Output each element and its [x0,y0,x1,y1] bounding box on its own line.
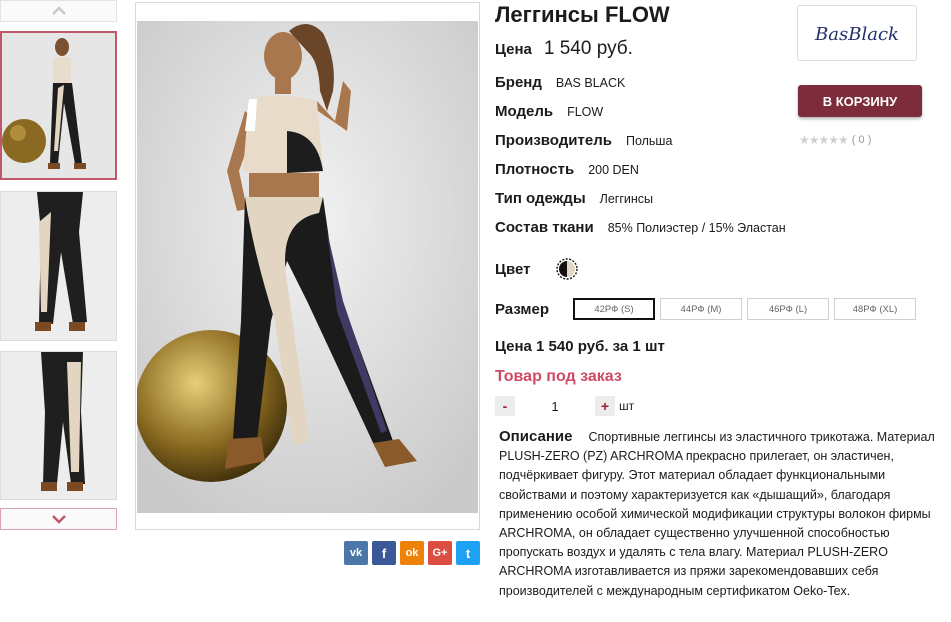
price-label: Цена [495,41,532,58]
spec-brand: Бренд BAS BLACK [495,74,625,91]
thumbnail-1[interactable] [0,31,117,180]
spec-model: Модель FLOW [495,103,603,120]
rating-stars-icon[interactable]: ★★★★★ [799,133,849,147]
spec-label: Тип одежды [495,190,586,207]
spec-label: Плотность [495,161,575,178]
facebook-share-icon[interactable]: f [372,541,396,565]
rating[interactable]: ★★★★★ ( 0 ) [799,133,871,147]
spec-manufacturer: Производитель Польша [495,132,672,149]
thumbnails-scroll-down-button[interactable] [0,508,117,530]
quantity-unit: шт [619,399,635,413]
spec-fabric: Состав ткани 85% Полиэстер / 15% Эластан [495,219,786,236]
size-options: 42РФ (S) 44РФ (M) 46РФ (L) 48РФ (XL) [573,298,916,320]
spec-density: Плотность 200 DEN [495,161,639,178]
product-photo [137,21,478,513]
rating-count: ( 0 ) [851,134,872,146]
color-swatch-icon [556,258,578,280]
brand-logo-image: BasBlack [814,24,899,45]
thumbnail-3[interactable] [0,351,117,500]
price-value: 1 540 руб. [543,38,633,59]
description: Описание Спортивные леггинсы из эластично… [499,427,939,601]
main-product-image[interactable] [135,2,480,530]
spec-value: 200 DEN [588,163,639,177]
share-buttons: vk f ok G+ t [344,541,480,565]
description-title: Описание [499,428,573,445]
price-per-unit: Цена 1 540 руб. за 1 шт [495,338,665,355]
chevron-down-icon [51,515,66,524]
size-option-xl[interactable]: 48РФ (XL) [834,298,916,320]
add-to-cart-button[interactable]: В КОРЗИНУ [798,85,922,117]
spec-value: BAS BLACK [555,76,626,90]
spec-value: Леггинсы [599,192,654,206]
vk-share-icon[interactable]: vk [344,541,368,565]
quantity-input[interactable]: 1 [515,399,595,414]
spec-label: Состав ткани [495,219,594,236]
quantity-decrease-button[interactable]: - [495,396,515,416]
quantity-increase-button[interactable]: + [595,396,615,416]
svg-text:BasBlack: BasBlack [814,24,899,45]
spec-clothing-type: Тип одежды Леггинсы [495,190,653,207]
spec-value: 85% Полиэстер / 15% Эластан [607,221,786,235]
brand-logo[interactable]: BasBlack [797,5,917,61]
thumbnail-2[interactable] [0,191,117,341]
spec-value: FLOW [567,105,604,119]
color-swatch-black-beige[interactable] [556,258,578,280]
description-text: Спортивные леггинсы из эластичного трико… [499,430,935,598]
odnoklassniki-share-icon[interactable]: ok [400,541,424,565]
product-title: Леггинсы FLOW [495,2,670,27]
spec-value: Польша [625,134,673,148]
spec-label: Модель [495,103,554,120]
size-label: Размер [495,301,550,318]
twitter-share-icon[interactable]: t [456,541,480,565]
order-status: Товар под заказ [495,368,622,385]
google-plus-share-icon[interactable]: G+ [428,541,452,565]
quantity-stepper: - 1 + шт [495,396,634,416]
price-row: Цена 1 540 руб. [495,38,633,60]
spec-label: Бренд [495,74,542,91]
spec-label: Производитель [495,132,612,149]
chevron-up-icon [51,6,66,15]
color-label: Цвет [495,261,531,278]
thumbnails-scroll-up-button[interactable] [0,0,117,22]
size-option-s[interactable]: 42РФ (S) [573,298,655,320]
size-option-m[interactable]: 44РФ (M) [660,298,742,320]
size-option-l[interactable]: 46РФ (L) [747,298,829,320]
